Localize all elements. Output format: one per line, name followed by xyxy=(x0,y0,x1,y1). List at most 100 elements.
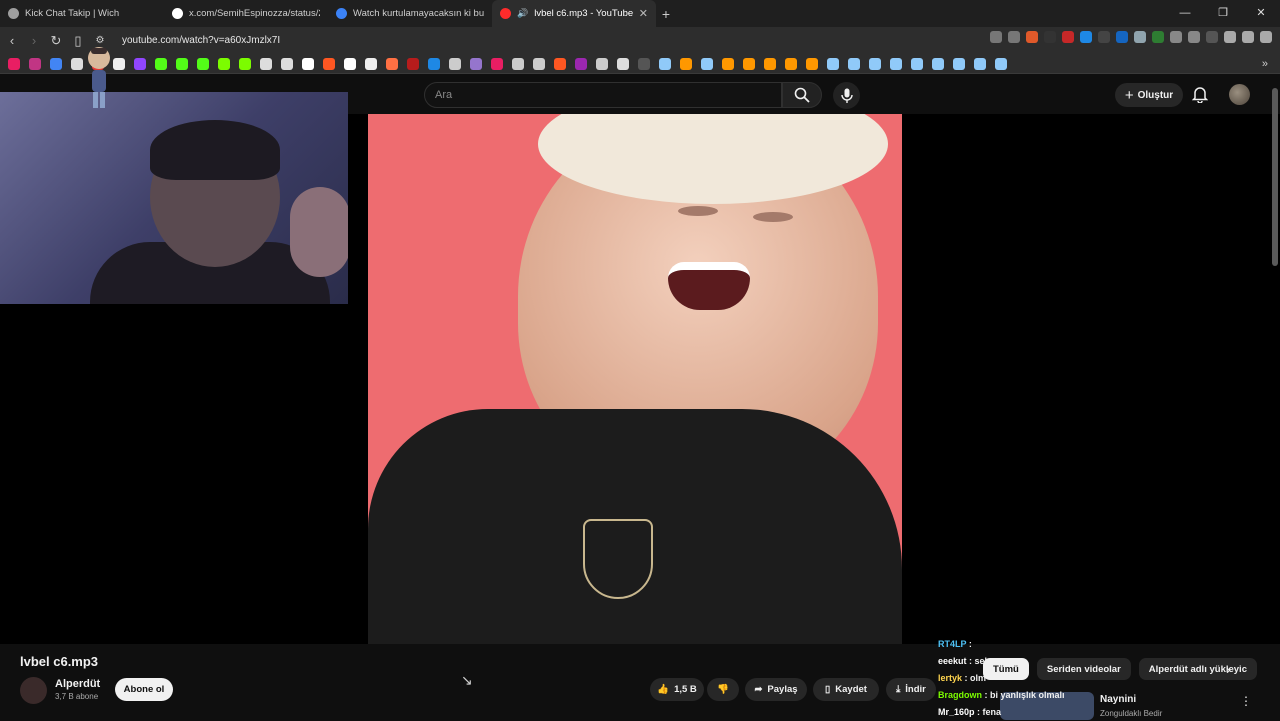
minimize-button[interactable]: — xyxy=(1166,0,1204,27)
kick-icon[interactable] xyxy=(155,57,167,70)
media-icon[interactable] xyxy=(1242,31,1254,43)
bookmark-icon[interactable] xyxy=(512,57,524,70)
instagram-icon[interactable] xyxy=(29,57,41,70)
voice-search-button[interactable] xyxy=(833,82,860,109)
page-scrollbar[interactable] xyxy=(1272,88,1278,266)
bookmark-icon[interactable] xyxy=(491,57,503,70)
bookmark-icon[interactable] xyxy=(722,57,734,70)
reddit-icon[interactable] xyxy=(554,57,566,70)
sidebar-icon[interactable] xyxy=(1188,31,1200,43)
reload-button[interactable]: ↻ xyxy=(46,33,66,49)
cast-icon[interactable] xyxy=(990,31,1002,43)
extension-icon[interactable] xyxy=(1062,31,1074,43)
download-icon[interactable] xyxy=(1224,31,1236,43)
steam-icon[interactable] xyxy=(869,57,881,70)
extension-icon[interactable] xyxy=(1152,31,1164,43)
tab-youtube[interactable]: 🔊 lvbel c6.mp3 - YouTube ✕ xyxy=(492,0,656,27)
download-button[interactable]: ⤓ İndir xyxy=(886,678,936,701)
bookmark-icon[interactable] xyxy=(596,57,608,70)
bookmark-icon[interactable] xyxy=(113,57,125,70)
brave-shield-icon[interactable] xyxy=(1026,31,1038,43)
bookmark-icon[interactable] xyxy=(8,57,20,70)
steam-icon[interactable] xyxy=(827,57,839,70)
bookmark-icon[interactable] xyxy=(386,57,398,70)
steam-icon[interactable] xyxy=(995,57,1007,70)
close-tab-icon[interactable]: ✕ xyxy=(639,7,648,20)
steam-icon[interactable] xyxy=(890,57,902,70)
close-window-button[interactable]: ✕ xyxy=(1242,0,1280,27)
puzzle-icon[interactable] xyxy=(1170,31,1182,43)
folder-icon[interactable] xyxy=(638,57,650,70)
x-logo-icon[interactable] xyxy=(302,57,314,70)
bookmark-icon[interactable] xyxy=(743,57,755,70)
more-options-icon[interactable]: ⋮ xyxy=(1240,694,1252,708)
steam-icon[interactable] xyxy=(953,57,965,70)
tab-kick-chat[interactable]: Kick Chat Takip | Wich xyxy=(0,0,164,27)
divider xyxy=(1044,31,1056,43)
bookmark-icon[interactable] xyxy=(428,57,440,70)
create-button[interactable]: + Oluştur xyxy=(1115,83,1183,107)
kick-icon[interactable] xyxy=(197,57,209,70)
new-tab-button[interactable]: + xyxy=(656,6,676,22)
bookmark-icon[interactable] xyxy=(239,57,251,70)
kick-icon[interactable] xyxy=(176,57,188,70)
bookmark-icon[interactable] xyxy=(680,57,692,70)
share-icon[interactable] xyxy=(1008,31,1020,43)
extensions-area xyxy=(990,31,1272,43)
bookmark-icon[interactable] xyxy=(617,57,629,70)
steam-icon[interactable] xyxy=(848,57,860,70)
reddit-icon[interactable] xyxy=(323,57,335,70)
bookmark-icon[interactable] xyxy=(407,57,419,70)
notifications-button[interactable] xyxy=(1192,86,1208,103)
recommended-title[interactable]: Naynini xyxy=(1100,694,1136,705)
save-button[interactable]: ▯ Kaydet xyxy=(813,678,879,701)
subscribe-button[interactable]: Abone ol xyxy=(115,678,173,701)
bookmark-icon[interactable] xyxy=(764,57,776,70)
account-avatar[interactable] xyxy=(1229,84,1250,105)
bookmark-icon[interactable] xyxy=(575,57,587,70)
bookmark-icon[interactable] xyxy=(806,57,818,70)
dislike-button[interactable]: 👎 xyxy=(707,678,739,701)
chip-uploader[interactable]: Alperdüt adlı yükleyic xyxy=(1138,658,1257,680)
bookmark-icon[interactable] xyxy=(533,57,545,70)
bookmark-icon[interactable] xyxy=(365,57,377,70)
extension-icon[interactable] xyxy=(1080,31,1092,43)
steam-icon[interactable] xyxy=(974,57,986,70)
bookmark-icon[interactable] xyxy=(50,57,62,70)
bookmark-icon[interactable] xyxy=(344,57,356,70)
bookmark-icon[interactable] xyxy=(470,57,482,70)
restore-button[interactable]: ❐ xyxy=(1204,0,1242,27)
url-field[interactable]: youtube.com/watch?v=a60xJmzlx7I xyxy=(122,35,280,46)
menu-icon[interactable] xyxy=(1260,31,1272,43)
bookmark-icon[interactable] xyxy=(785,57,797,70)
steam-icon[interactable] xyxy=(911,57,923,70)
steam-icon[interactable] xyxy=(701,57,713,70)
steam-icon[interactable] xyxy=(659,57,671,70)
steam-icon[interactable] xyxy=(932,57,944,70)
bookmark-icon[interactable] xyxy=(218,57,230,70)
like-button[interactable]: 👍 1,5 B xyxy=(650,678,704,701)
bookmark-icon[interactable] xyxy=(71,57,83,70)
extension-icon[interactable] xyxy=(1134,31,1146,43)
channel-avatar[interactable] xyxy=(20,677,47,704)
extension-icon[interactable] xyxy=(1116,31,1128,43)
webcam-hand xyxy=(290,187,348,277)
search-button[interactable] xyxy=(782,82,822,108)
tab-x-status[interactable]: x.com/SemihEspinozza/status/202966 xyxy=(164,0,328,27)
channel-name[interactable]: Alperdüt xyxy=(55,678,100,690)
chevron-right-icon[interactable]: › xyxy=(1226,662,1230,677)
share-button[interactable]: ➦ Paylaş xyxy=(745,678,807,701)
speaker-icon[interactable]: 🔊 xyxy=(517,8,528,19)
bookmark-icon[interactable] xyxy=(281,57,293,70)
tab-watch-video[interactable]: Watch kurtulamayacaksın ki bu video xyxy=(328,0,492,27)
forward-button[interactable]: › xyxy=(24,33,44,48)
twitch-icon[interactable] xyxy=(134,57,146,70)
search-icon xyxy=(794,87,810,103)
more-bookmarks-icon[interactable]: » xyxy=(1262,58,1268,70)
video-frame[interactable] xyxy=(368,114,902,644)
extension-icon[interactable] xyxy=(1098,31,1110,43)
anchor-icon[interactable] xyxy=(260,57,272,70)
search-input[interactable]: Ara xyxy=(424,82,782,108)
back-button[interactable]: ‹ xyxy=(2,33,22,48)
bookmark-icon[interactable] xyxy=(449,57,461,70)
